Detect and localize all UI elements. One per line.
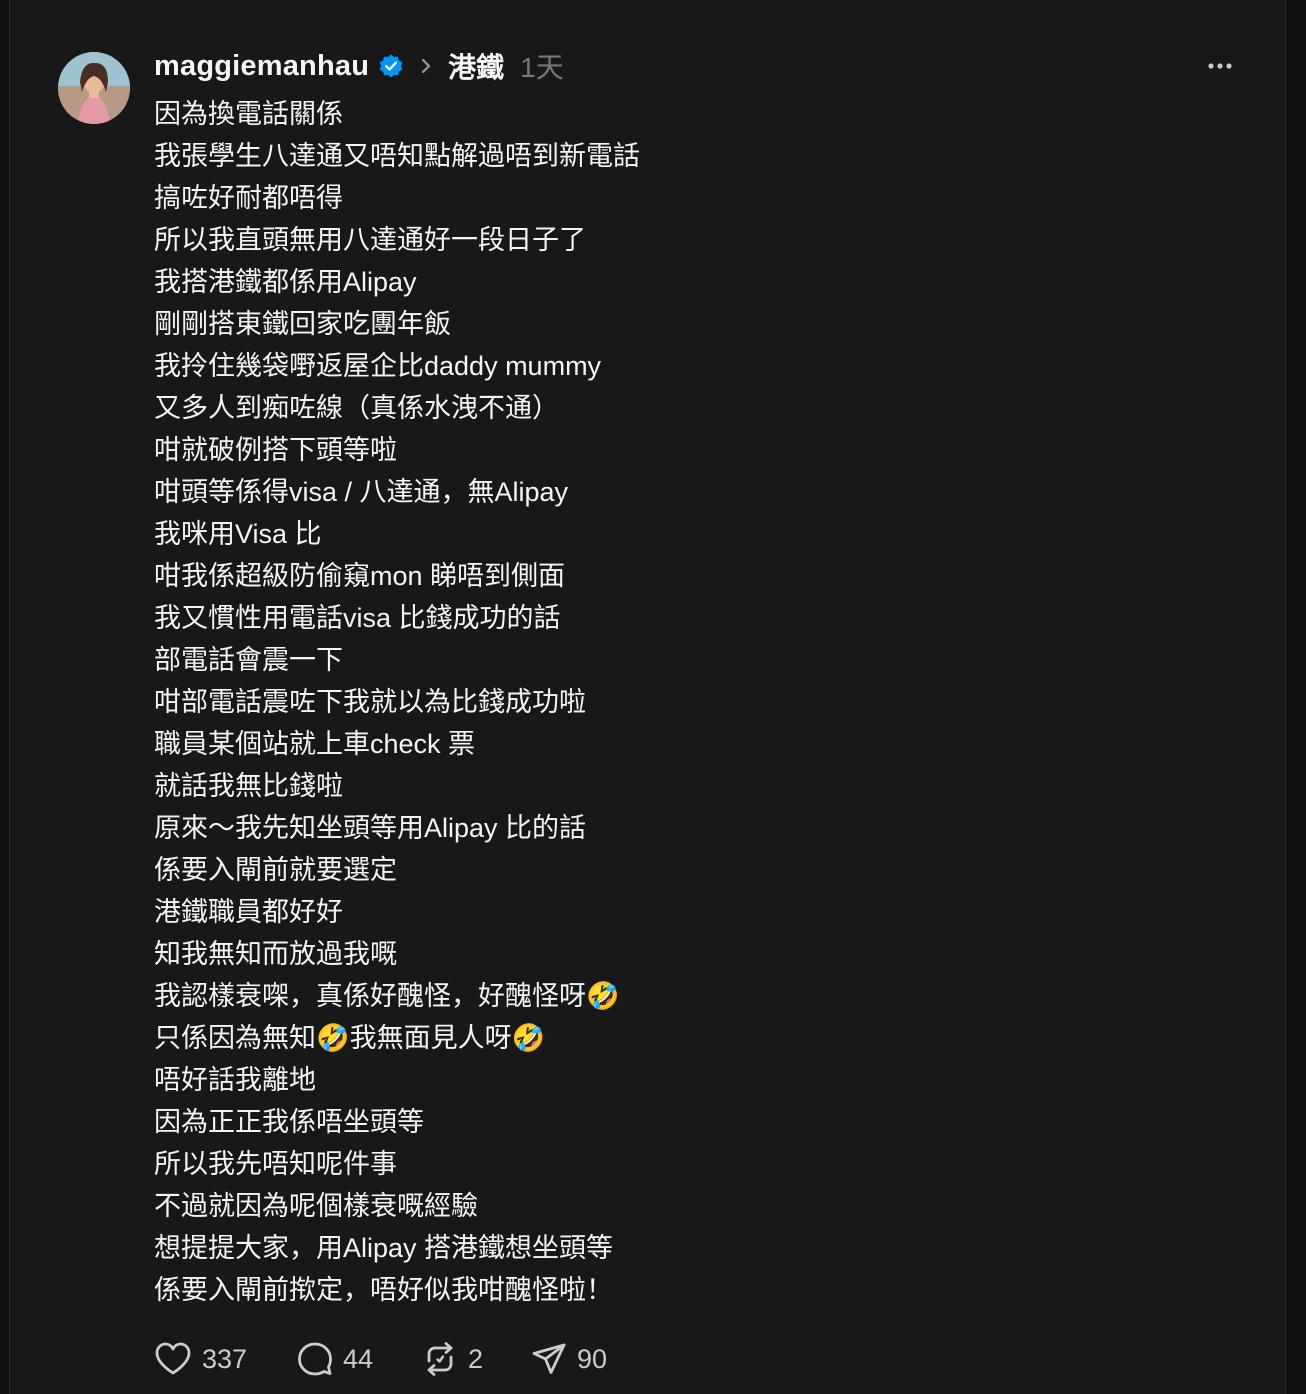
post-text-line: 搞咗好耐都唔得	[154, 183, 343, 213]
heart-icon	[155, 1342, 191, 1375]
page: maggiemanhau 港鐵 1天 因為換電話關係 我張學生八達通又唔知點解過…	[0, 0, 1306, 1394]
post-text-line: 職員某個站就上車check 票	[154, 729, 476, 759]
repost-icon	[427, 1342, 453, 1376]
post-text-line: 剛剛搭東鐵回家吃團年飯	[154, 309, 451, 339]
post-text-line: 就話我無比錢啦	[154, 771, 343, 801]
chevron-right-icon	[418, 56, 434, 76]
post-text-line: 咁就破例搭下頭等啦	[154, 435, 397, 465]
post-text-line: 所以我先唔知呢件事	[154, 1149, 397, 1179]
verified-badge-icon	[378, 53, 404, 79]
post-text-line: 因為正正我係唔坐頭等	[154, 1107, 424, 1137]
post-text-line: 係要入閘前就要選定	[154, 855, 397, 885]
post-text-line: 咁我係超級防偷窺mon 睇唔到側面	[154, 561, 566, 591]
post-text-line: 港鐵職員都好好	[154, 897, 343, 927]
username[interactable]: maggiemanhau	[154, 50, 369, 83]
post-text-line: 因為換電話關係	[154, 99, 343, 129]
more-horizontal-icon	[1208, 63, 1232, 69]
avatar-image	[58, 52, 130, 124]
send-icon	[532, 1343, 566, 1374]
post-text-line: 想提提大家，用Alipay 搭港鐵想坐頭等	[154, 1233, 614, 1263]
like-count: 337	[202, 1343, 248, 1374]
post-text-line: 所以我直頭無用八達通好一段日子了	[154, 225, 586, 255]
post-body: 因為換電話關係我張學生八達通又唔知點解過唔到新電話 搞咗好耐都唔得所以我直頭無用八…	[154, 93, 1154, 1311]
like-button[interactable]: 337	[154, 1336, 297, 1382]
post-text-line: 我張學生八達通又唔知點解過唔到新電話	[154, 141, 640, 171]
post-text-line: 我搭港鐵都係用Alipay	[154, 267, 417, 297]
avatar[interactable]	[58, 52, 130, 124]
reply-button[interactable]: 44	[297, 1336, 422, 1382]
post-text-line: 我咪用Visa 比	[154, 519, 322, 549]
post-text-line: 原來～我先知坐頭等用Alipay 比的話	[154, 813, 587, 843]
share-count: 90	[577, 1343, 608, 1374]
post-text-line: 不過就因為呢個樣衰嘅經驗	[154, 1191, 478, 1221]
post-text-line: 我又慣性用電話visa 比錢成功的話	[154, 603, 561, 633]
topic-tag[interactable]: 港鐵	[448, 46, 504, 86]
post-text-line: 又多人到痴咗線（真係水洩不通）	[154, 393, 559, 423]
share-button[interactable]: 90	[531, 1336, 631, 1382]
action-bar: 337 44 2 90	[154, 1336, 631, 1382]
post-text-line: 我拎住幾袋嘢返屋企比daddy mummy	[154, 351, 602, 381]
repost-button[interactable]: 2	[422, 1336, 531, 1382]
comment-bubble-icon	[298, 1342, 332, 1376]
reply-count: 44	[343, 1343, 374, 1374]
post-text-line: 部電話會震一下	[154, 645, 343, 675]
post-text-line: 只係因為無知🤣我無面見人呀🤣	[154, 1023, 546, 1053]
post-text-line: 我認樣衰㗎，真係好醜怪，好醜怪呀🤣	[154, 981, 620, 1011]
post-header: maggiemanhau 港鐵 1天	[154, 46, 564, 86]
post-timestamp[interactable]: 1天	[520, 46, 564, 86]
post-text-line: 係要入閘前揿定，唔好似我咁醜怪啦！	[154, 1275, 613, 1305]
post-text-line: 咁部電話震咗下我就以為比錢成功啦	[154, 687, 586, 717]
post-text-line: 知我無知而放過我嘅	[154, 939, 397, 969]
post-text-line: 咁頭等係得visa / 八達通，無Alipay	[154, 477, 569, 507]
repost-count: 2	[468, 1343, 484, 1374]
post-text-line: 唔好話我離地	[154, 1065, 316, 1095]
more-options-button[interactable]	[1202, 54, 1242, 78]
post-card: maggiemanhau 港鐵 1天 因為換電話關係 我張學生八達通又唔知點解過…	[9, 0, 1286, 1394]
